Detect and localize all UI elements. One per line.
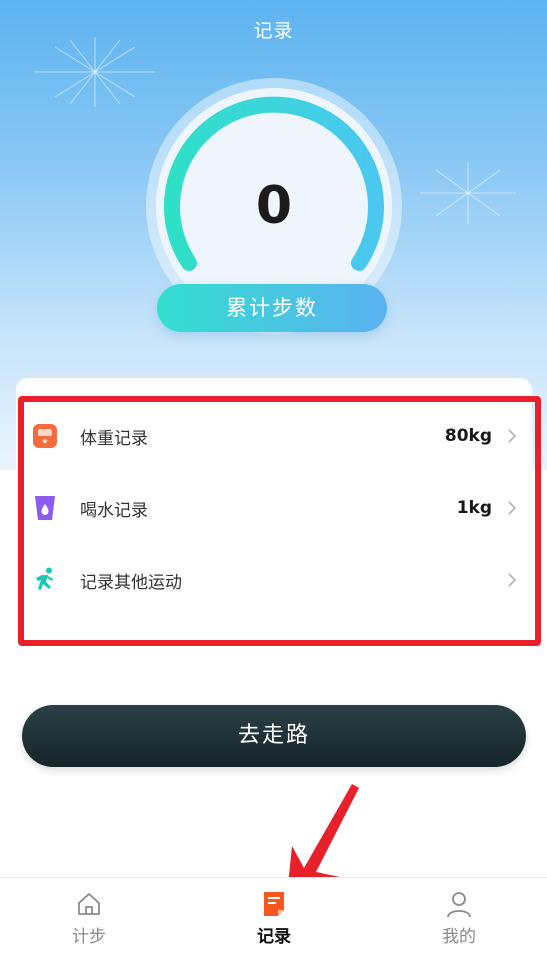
record-row-water[interactable]: 喝水记录 1kg xyxy=(30,480,520,536)
chevron-right-icon xyxy=(504,572,520,588)
go-walk-button[interactable]: 去走路 xyxy=(22,705,526,767)
tab-label: 计步 xyxy=(72,927,106,947)
record-label: 体重记录 xyxy=(80,428,148,449)
tab-label: 我的 xyxy=(442,927,476,947)
record-label: 喝水记录 xyxy=(80,500,148,521)
tab-mine[interactable]: 我的 xyxy=(404,890,514,950)
chevron-right-icon xyxy=(504,500,520,516)
record-value: 1kg xyxy=(456,498,492,518)
sparkle-decoration-icon xyxy=(420,162,516,224)
tab-label: 记录 xyxy=(257,927,291,947)
water-cup-icon xyxy=(30,493,60,523)
tab-step-count[interactable]: 计步 xyxy=(34,890,144,950)
record-icon xyxy=(264,892,284,916)
cumulative-steps-label: 累计步数 xyxy=(157,284,387,332)
scale-icon xyxy=(30,421,60,451)
record-row-weight[interactable]: 体重记录 80kg xyxy=(30,408,520,464)
record-row-other-exercise[interactable]: 记录其他运动 xyxy=(30,552,520,608)
page-title: 记录 xyxy=(253,20,294,42)
person-icon xyxy=(447,892,471,918)
record-value: 80kg xyxy=(444,426,492,446)
tab-records[interactable]: 记录 xyxy=(219,890,329,950)
chevron-right-icon xyxy=(504,428,520,444)
step-count-value: 0 xyxy=(255,176,293,236)
sparkle-decoration-icon xyxy=(35,37,155,107)
running-person-icon xyxy=(30,565,60,595)
record-label: 记录其他运动 xyxy=(80,572,182,593)
bottom-tab-bar: 计步 记录 我的 xyxy=(0,877,547,953)
home-icon xyxy=(78,893,100,915)
